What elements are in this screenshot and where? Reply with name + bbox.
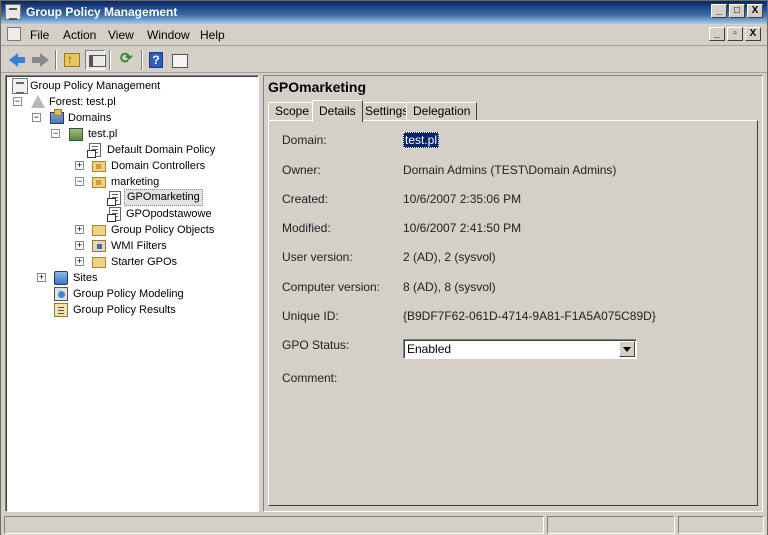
window-title: Group Policy Management [26,5,178,19]
tab-scope[interactable]: Scope [268,102,317,121]
folder-icon [92,225,106,236]
menu-view[interactable]: View [108,28,134,42]
status-panel-3 [678,516,764,534]
tree-item-label: Group Policy Modeling [73,288,184,300]
computer-version-value[interactable]: 8 (AD), 8 (sysvol) [403,280,496,294]
minimize-button[interactable]: _ [711,4,727,18]
gpo-link-icon [87,143,101,158]
created-label: Created: [282,192,329,206]
tree-item-label: GPOpodstawowe [126,208,212,220]
toolbar-separator [55,50,57,70]
tree-item-label: GPOmarketing [124,189,203,206]
user-version-label: User version: [282,250,353,264]
comment-label: Comment: [282,371,338,385]
modified-label: Modified: [282,221,331,235]
tree-item-label: Group Policy Results [73,304,176,316]
ou-icon [92,161,106,172]
unique-id-label: Unique ID: [282,309,339,323]
caption-buttons: _ □ X [711,4,763,18]
tree-item-label: Default Domain Policy [107,144,216,156]
sites-icon [54,271,68,285]
tree-item-label: Group Policy Objects [111,224,215,236]
mdi-caption-buttons: _ ▫ X [709,27,761,41]
tree-item-label: test.pl [88,128,118,140]
wmi-filter-icon [92,240,106,252]
help-icon[interactable]: ? [149,52,163,68]
collapse-icon[interactable]: − [13,97,22,106]
mmc-system-menu-icon[interactable] [7,27,21,41]
collapse-icon[interactable]: − [32,113,41,122]
back-icon[interactable] [7,50,27,70]
tree-item-label: WMI Filters [111,240,167,252]
gpo-title: GPOmarketing [268,79,367,95]
status-bar [1,515,767,535]
computer-version-label: Computer version: [282,280,381,294]
gpmc-app-icon[interactable] [5,4,21,20]
toolbar: ? [1,47,767,73]
maximize-button[interactable]: □ [729,4,745,18]
status-panel-2 [547,516,675,534]
expand-icon[interactable]: + [75,241,84,250]
gpo-status-selected-value: Enabled [407,342,452,356]
mdi-minimize-button[interactable]: _ [709,27,725,41]
main-window: Group Policy Management _ □ X File Actio… [0,0,768,535]
console-tree[interactable]: Group Policy Management − Forest: test.p… [5,75,259,512]
gpo-status-select[interactable]: Enabled [403,339,637,359]
show-hide-tree-icon[interactable] [85,50,106,70]
details-tab-body: Domain: test.pl Owner: Domain Admins (TE… [268,120,758,506]
title-bar[interactable]: Group Policy Management _ □ X [1,1,767,24]
expand-icon[interactable]: + [75,161,84,170]
forward-icon[interactable] [31,50,51,70]
toolbar-separator [109,50,111,70]
menu-action[interactable]: Action [63,28,96,42]
domains-icon [50,109,64,124]
tree-item-label: Forest: test.pl [49,96,116,108]
refresh-icon[interactable] [117,49,137,70]
tree-item-label: Sites [73,272,98,284]
mdi-restore-button[interactable]: ▫ [727,27,743,41]
gpo-status-label: GPO Status: [282,338,350,352]
unique-id-value[interactable]: {B9DF7F62-061D-4714-9A81-F1A5A075C89D} [403,309,656,323]
menu-help[interactable]: Help [200,28,225,42]
owner-value[interactable]: Domain Admins (TEST\Domain Admins) [403,163,616,177]
tree-item-label: Starter GPOs [111,256,178,268]
gpo-link-icon [107,191,121,206]
tree-item-label: Domains [68,112,112,124]
modeling-icon [54,287,68,301]
domain-label: Domain: [282,133,327,147]
tree-item-label: marketing [111,176,160,188]
details-pane: GPOmarketing Scope Details Settings Dele… [263,75,763,512]
forest-icon [30,94,46,110]
expand-icon[interactable]: + [37,273,46,282]
domain-value[interactable]: test.pl [403,132,440,148]
tree-item-label: Group Policy Management [30,80,161,92]
menu-bar: File Action View Window Help _ ▫ X [1,24,767,46]
tree-item-label: Domain Controllers [111,160,206,172]
status-panel-main [4,516,544,534]
up-folder-icon[interactable] [64,52,80,67]
owner-label: Owner: [282,163,321,177]
properties-icon[interactable] [170,50,190,70]
user-version-value[interactable]: 2 (AD), 2 (sysvol) [403,250,496,264]
collapse-icon[interactable]: − [51,129,60,138]
menu-file[interactable]: File [30,28,49,42]
modified-value[interactable]: 10/6/2007 2:41:50 PM [403,221,521,235]
chevron-down-icon[interactable] [619,341,635,357]
gpo-link-icon [107,207,121,222]
collapse-icon[interactable]: − [75,177,84,186]
menu-window[interactable]: Window [147,28,190,42]
mdi-close-button[interactable]: X [745,27,761,41]
tab-details[interactable]: Details [312,100,363,122]
gpm-console-icon [12,78,28,94]
expand-icon[interactable]: + [75,257,84,266]
tab-delegation[interactable]: Delegation [406,102,478,121]
folder-icon [92,257,106,268]
close-button[interactable]: X [747,4,763,18]
results-icon [54,303,68,317]
domain-icon [69,128,83,141]
toolbar-separator [141,50,143,70]
ou-icon [92,177,106,188]
created-value[interactable]: 10/6/2007 2:35:06 PM [403,192,521,206]
expand-icon[interactable]: + [75,225,84,234]
